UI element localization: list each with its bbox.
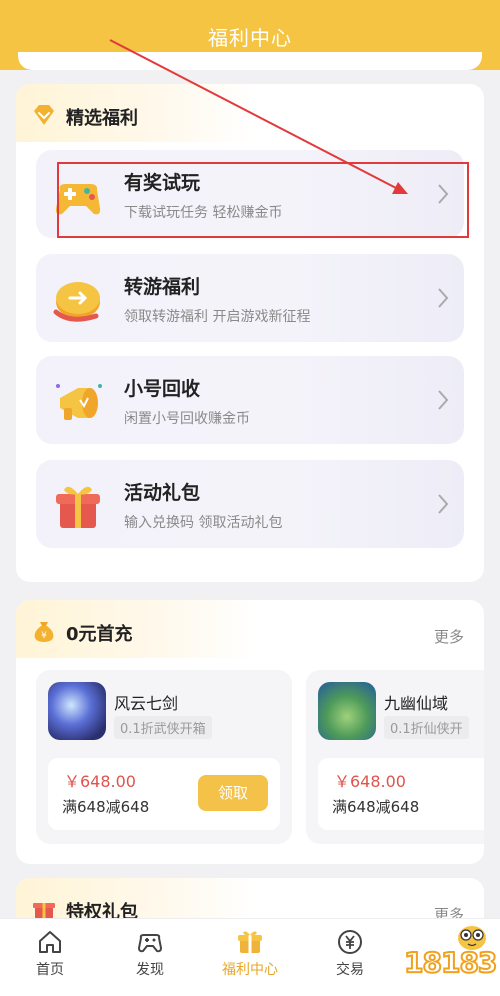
welfare-item-desc: 领取转游福利 开启游戏新征程 (124, 309, 311, 325)
game-card[interactable]: 九幽仙域 0.1折仙侠开 ￥648.00 满648减648 (306, 670, 484, 844)
site-watermark: 18183 (394, 918, 500, 996)
section-header: 精选福利 (16, 84, 256, 142)
chevron-right-icon (438, 390, 449, 410)
yen-icon (338, 930, 362, 954)
welfare-item-transfer[interactable]: 转游福利 领取转游福利 开启游戏新征程 (36, 254, 464, 342)
gift-box-icon (56, 486, 100, 528)
top-card-edge (18, 52, 482, 70)
money-bag-icon: ¥ (34, 622, 54, 642)
coupon-price: ￥648.00 (334, 772, 406, 791)
coupon: ￥648.00 满648减648 (318, 758, 484, 830)
page-title: 福利中心 (208, 26, 292, 50)
chevron-right-icon (438, 494, 449, 514)
tab-welfare-center[interactable]: 福利中心 (200, 925, 300, 985)
gamepad-icon (55, 184, 101, 215)
gamepad-icon (137, 934, 163, 953)
game-card[interactable]: 风云七剑 0.1折武侠开箱 ￥648.00 满648减648 领取 (36, 670, 292, 844)
welfare-item-name: 转游福利 (124, 276, 201, 298)
chevron-right-icon (438, 184, 449, 204)
gift-icon (33, 903, 55, 919)
coupon-price: ￥648.00 (64, 772, 136, 791)
svg-text:¥: ¥ (41, 631, 47, 641)
tab-home[interactable]: 首页 (0, 925, 100, 985)
tab-label: 首页 (36, 962, 64, 978)
coin-transfer-icon (53, 282, 100, 322)
megaphone-icon (56, 384, 102, 420)
game-thumbnail (48, 682, 106, 740)
game-name: 九幽仙域 (384, 694, 449, 713)
game-thumbnail (318, 682, 376, 740)
coupon: ￥648.00 满648减648 领取 (48, 758, 280, 830)
game-tag: 0.1折仙侠开 (384, 716, 469, 739)
chevron-right-icon (438, 288, 449, 308)
coupon-rule: 满648减648 (62, 798, 150, 816)
welfare-item-name: 活动礼包 (124, 482, 201, 504)
first-charge-card: ¥ 0元首充 更多 风云七剑 0.1折武侠开箱 ￥648.00 满648减648… (16, 600, 484, 864)
game-name: 风云七剑 (114, 694, 179, 713)
tab-label: 福利中心 (222, 962, 278, 978)
section-title: 0元首充 (66, 624, 133, 645)
game-tag: 0.1折武侠开箱 (114, 716, 212, 739)
welfare-item-event-gift[interactable]: 活动礼包 输入兑换码 领取活动礼包 (36, 460, 464, 548)
tab-trade[interactable]: 交易 (300, 925, 400, 985)
welfare-item-account-recycle[interactable]: 小号回收 闲置小号回收赚金币 (36, 356, 464, 444)
welfare-item-name: 小号回收 (124, 378, 201, 400)
welfare-item-name: 有奖试玩 (124, 172, 201, 194)
watermark-text: 18183 (403, 945, 498, 980)
tab-label: 交易 (336, 962, 364, 978)
home-icon (39, 931, 61, 953)
more-link[interactable]: 更多 (434, 626, 464, 647)
tab-label: 发现 (136, 962, 164, 978)
diamond-icon (34, 105, 54, 125)
section-title: 精选福利 (66, 108, 138, 129)
top-bar: 福利中心 (0, 0, 500, 70)
welfare-item-desc: 闲置小号回收赚金币 (124, 411, 250, 427)
tab-discover[interactable]: 发现 (100, 925, 200, 985)
welfare-item-trial-play[interactable]: 有奖试玩 下载试玩任务 轻松赚金币 (36, 150, 464, 238)
welfare-card: 精选福利 有奖试玩 下载试玩任务 轻松赚金币 转游福利 领取转游福利 开启游戏新… (16, 84, 484, 582)
coupon-rule: 满648减648 (332, 798, 420, 816)
claim-button[interactable]: 领取 (198, 775, 268, 811)
gift-icon (238, 931, 262, 953)
welfare-item-desc: 下载试玩任务 轻松赚金币 (124, 205, 283, 221)
welfare-item-desc: 输入兑换码 领取活动礼包 (124, 515, 283, 531)
section-header: ¥ 0元首充 (16, 600, 256, 658)
